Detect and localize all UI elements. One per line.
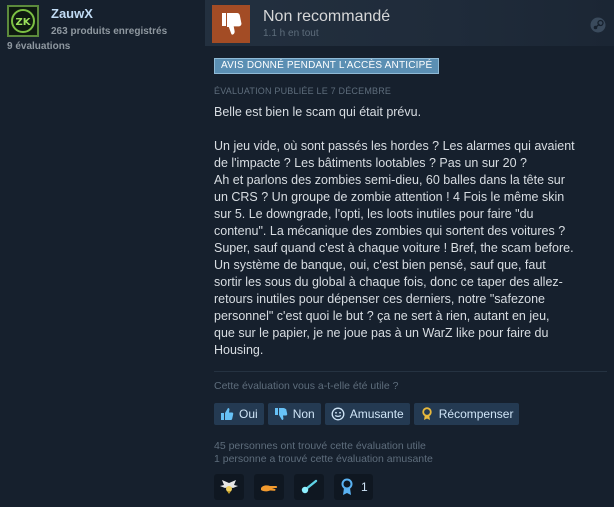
thumbs-up-icon — [221, 408, 234, 420]
funny-count: 1 personne a trouvé cette évaluation amu… — [214, 453, 433, 465]
svg-text:ZK: ZK — [16, 17, 32, 28]
vote-buttons: Oui Non Amusante Récompenser — [214, 403, 520, 425]
vote-funny-button[interactable]: Amusante — [324, 403, 410, 425]
vote-yes-label: Oui — [239, 407, 258, 421]
award-item[interactable] — [294, 474, 324, 500]
vote-yes-button[interactable]: Oui — [214, 403, 264, 425]
award-label: Récompenser — [438, 407, 514, 421]
early-access-badge: AVIS DONNÉ PENDANT L'ACCÈS ANTICIPÉ — [214, 58, 440, 74]
award-item[interactable]: 1 — [334, 474, 373, 500]
author-products-count[interactable]: 263 produits enregistrés — [51, 26, 167, 37]
awards-row: 1 — [214, 474, 373, 500]
vote-no-button[interactable]: Non — [267, 403, 321, 425]
vote-funny-label: Amusante — [349, 407, 404, 421]
award-count: 1 — [361, 480, 368, 494]
avatar[interactable]: ZK — [7, 5, 39, 37]
author-panel: ZK ZauwX 263 produits enregistrés 9 éval… — [0, 0, 205, 60]
divider — [214, 371, 607, 372]
playtime-hours: 1.1 h en tout — [263, 28, 319, 39]
award-ribbon-icon — [422, 407, 432, 420]
review-header[interactable]: Non recommandé 1.1 h en tout — [205, 0, 614, 46]
review-verdict: Non recommandé — [263, 8, 391, 25]
review-body: Belle est bien le scam qui était prévu. … — [214, 105, 575, 357]
helpful-question: Cette évaluation vous a-t-elle été utile… — [214, 380, 399, 392]
thumbs-down-box — [212, 5, 250, 43]
steam-logo-icon — [590, 17, 606, 33]
review-panel: Non recommandé 1.1 h en tout AVIS DONNÉ … — [205, 0, 614, 507]
thumbs-down-icon — [222, 13, 242, 35]
hand-award-icon — [261, 485, 278, 492]
helpful-count: 45 personnes ont trouvé cette évaluation… — [214, 440, 426, 452]
smiley-icon — [331, 407, 345, 421]
award-button[interactable]: Récompenser — [413, 403, 520, 425]
review-stats: 45 personnes ont trouvé cette évaluation… — [214, 440, 433, 466]
award-item[interactable] — [214, 474, 244, 500]
medal-award-icon — [341, 478, 353, 495]
award-item[interactable] — [254, 474, 284, 500]
comet-award-icon — [301, 479, 318, 494]
review-card: ZK ZauwX 263 produits enregistrés 9 éval… — [0, 0, 614, 507]
author-name[interactable]: ZauwX — [51, 6, 93, 21]
winged-award-icon — [220, 480, 238, 494]
avatar-logo-icon: ZK — [11, 9, 35, 33]
vote-no-label: Non — [292, 407, 315, 421]
thumbs-down-small-icon — [274, 408, 287, 420]
author-reviews-count[interactable]: 9 évaluations — [7, 41, 70, 52]
posted-date: ÉVALUATION PUBLIÉE LE 7 DÉCEMBRE — [214, 86, 392, 96]
